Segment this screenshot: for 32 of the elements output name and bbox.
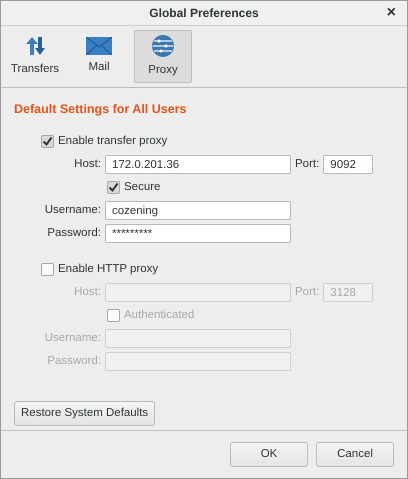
dialog-button[interactable]: OK	[230, 442, 308, 467]
globe-icon	[151, 34, 175, 58]
checkbox-label: Authenticated	[124, 308, 194, 324]
close-button[interactable]: ×	[384, 4, 399, 22]
envelope-icon	[86, 36, 112, 55]
input-field[interactable]: cozening	[105, 201, 291, 220]
checkbox[interactable]	[41, 135, 54, 148]
field-label: Host:	[73, 285, 101, 300]
checkbox-label: Secure	[124, 180, 160, 196]
checkbox-label: Enable transfer proxy	[58, 134, 168, 150]
checkbox[interactable]	[107, 309, 120, 322]
checkbox-label: Enable HTTP proxy	[58, 262, 158, 278]
input-field[interactable]: 9092	[323, 155, 374, 174]
checkbox[interactable]	[107, 181, 120, 194]
field-label: Password:	[46, 226, 101, 242]
toolbar-tab[interactable]: Proxy	[134, 30, 192, 83]
input-field[interactable]: *********	[105, 224, 291, 244]
toolbar-tab[interactable]: Transfers	[6, 30, 64, 83]
dialog-button[interactable]: Cancel	[316, 442, 394, 467]
input-field[interactable]: 172.0.201.36	[105, 155, 291, 174]
section-heading: Default Settings for All Users	[14, 101, 188, 118]
field-label: Port:	[295, 157, 320, 172]
field-label: Username:	[44, 203, 101, 218]
arrows-icon	[24, 34, 46, 57]
window-title: Global Preferences	[149, 5, 259, 22]
toolbar-tab[interactable]: Mail	[70, 30, 128, 83]
field-label: Port:	[295, 285, 320, 300]
restore-defaults-button[interactable]: Restore System Defaults	[14, 400, 156, 426]
checkbox[interactable]	[41, 263, 54, 276]
field-label: Password:	[46, 354, 101, 370]
field-label: Host:	[73, 157, 101, 172]
field-label: Username:	[44, 331, 101, 346]
